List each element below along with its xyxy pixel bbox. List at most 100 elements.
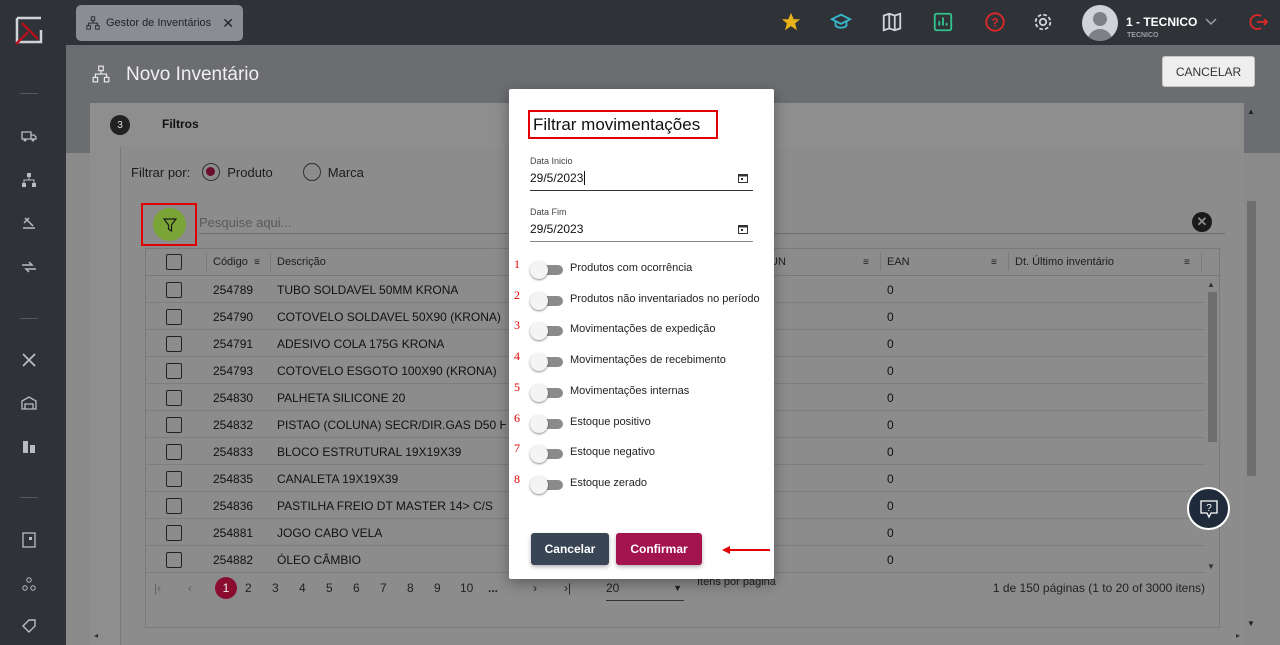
row-checkbox[interactable]: [166, 444, 182, 460]
column-header-descricao[interactable]: Descrição: [277, 256, 326, 268]
calendar-icon[interactable]: [738, 224, 748, 234]
page-button[interactable]: 5: [326, 581, 333, 595]
row-checkbox[interactable]: [166, 417, 182, 433]
page-button[interactable]: ...: [488, 581, 498, 595]
prev-page-icon[interactable]: ‹: [188, 581, 192, 595]
confirm-button[interactable]: Confirmar: [616, 533, 702, 565]
toggle-label[interactable]: Movimentações de recebimento: [570, 354, 726, 366]
graduation-cap-icon[interactable]: [830, 11, 852, 33]
map-icon[interactable]: [881, 11, 903, 33]
sitemap-icon[interactable]: [21, 172, 37, 188]
toggle-switch[interactable]: [530, 353, 564, 372]
end-date-input[interactable]: 29/5/2023: [530, 222, 753, 242]
exchange-icon[interactable]: [21, 259, 37, 275]
chart-icon[interactable]: [932, 11, 954, 33]
page-button[interactable]: 6: [353, 581, 360, 595]
toggle-switch[interactable]: [530, 261, 564, 279]
page-button[interactable]: 3: [272, 581, 279, 595]
scroll-down-icon[interactable]: ▼: [1207, 562, 1215, 571]
tools-icon[interactable]: [21, 352, 37, 368]
per-page-select[interactable]: 20 ▼: [606, 581, 684, 601]
toggle-switch[interactable]: [530, 445, 564, 464]
help-chat-button[interactable]: ?: [1187, 487, 1230, 530]
radio-marca-label[interactable]: Marca: [328, 165, 364, 180]
row-checkbox[interactable]: [166, 309, 182, 325]
toggle-label[interactable]: Produtos com ocorrência: [570, 262, 692, 274]
toggle-switch[interactable]: [530, 322, 564, 341]
clear-search-icon[interactable]: ✕: [1192, 212, 1212, 232]
row-checkbox[interactable]: [166, 471, 182, 487]
network-icon[interactable]: [21, 576, 37, 592]
first-page-icon[interactable]: |‹: [154, 581, 161, 595]
radio-produto[interactable]: [202, 163, 221, 181]
row-checkbox[interactable]: [166, 552, 182, 568]
row-checkbox[interactable]: [166, 363, 182, 379]
building-icon[interactable]: [21, 438, 37, 454]
next-page-icon[interactable]: ›: [533, 581, 537, 595]
row-checkbox[interactable]: [166, 525, 182, 541]
toggle-switch[interactable]: [530, 475, 564, 494]
chevron-down-icon[interactable]: [1203, 13, 1219, 29]
tab-gestor-inventarios[interactable]: Gestor de Inventários ✕: [76, 5, 243, 41]
select-all-checkbox[interactable]: [166, 254, 182, 270]
warehouse-icon[interactable]: [21, 395, 37, 411]
search-input[interactable]: Pesquise aqui...: [199, 215, 292, 230]
grid-scroll-thumb[interactable]: [1208, 292, 1217, 442]
scroll-up-icon[interactable]: ▲: [1247, 107, 1255, 116]
toggle-label[interactable]: Movimentações internas: [570, 385, 689, 397]
column-header-codigo[interactable]: Código: [213, 256, 248, 268]
row-checkbox[interactable]: [166, 498, 182, 514]
scroll-left-icon[interactable]: ◂: [94, 631, 98, 640]
truck-icon[interactable]: [21, 128, 37, 144]
radio-produto-label[interactable]: Produto: [227, 165, 273, 180]
filter-menu-icon[interactable]: ≡: [863, 257, 869, 268]
toggle-label[interactable]: Estoque zerado: [570, 477, 647, 489]
avatar[interactable]: [1082, 5, 1118, 41]
horizontal-scrollbar[interactable]: ◂ ▸: [90, 630, 1244, 645]
column-header-dt-ultimo-inventario[interactable]: Dt. Último inventário: [1015, 256, 1114, 268]
column-header-ean[interactable]: EAN: [887, 256, 910, 268]
row-checkbox[interactable]: [166, 390, 182, 406]
filter-menu-icon[interactable]: ≡: [254, 257, 260, 268]
toggle-switch[interactable]: [530, 383, 564, 402]
toggle-switch[interactable]: [530, 291, 564, 310]
page-scrollbar[interactable]: ▲ ▼: [1244, 103, 1258, 643]
help-icon[interactable]: ?: [984, 11, 1006, 33]
filter-menu-icon[interactable]: ≡: [991, 257, 997, 268]
cancel-button[interactable]: CANCELAR: [1162, 56, 1255, 87]
radio-marca[interactable]: [302, 163, 321, 181]
scroll-down-icon[interactable]: ▼: [1247, 619, 1255, 628]
page-scroll-thumb[interactable]: [1247, 201, 1256, 476]
scroll-up-icon[interactable]: ▲: [1207, 280, 1215, 289]
filter-menu-icon[interactable]: ≡: [1184, 257, 1190, 268]
toggle-label[interactable]: Produtos não inventariados no período: [570, 293, 760, 305]
page-button[interactable]: 10: [460, 581, 473, 595]
scroll-right-icon[interactable]: ▸: [1236, 631, 1240, 640]
toggle-switch[interactable]: [530, 414, 564, 433]
toggle-label[interactable]: Estoque negativo: [570, 446, 655, 458]
tag-icon[interactable]: [21, 618, 37, 634]
page-button-current[interactable]: 1: [215, 577, 237, 599]
toggle-label[interactable]: Movimentações de expedição: [570, 323, 716, 335]
close-tab-icon[interactable]: ✕: [222, 15, 234, 32]
star-icon[interactable]: [780, 11, 802, 33]
filter-button[interactable]: [153, 208, 186, 241]
gear-icon[interactable]: [1032, 11, 1054, 33]
row-checkbox[interactable]: [166, 282, 182, 298]
page-button[interactable]: 8: [407, 581, 414, 595]
page-button[interactable]: 7: [380, 581, 387, 595]
page-button[interactable]: 4: [299, 581, 306, 595]
logout-icon[interactable]: [1248, 12, 1268, 32]
calculator-icon[interactable]: [21, 532, 37, 548]
page-button[interactable]: 9: [434, 581, 441, 595]
page-button[interactable]: 2: [245, 581, 252, 595]
start-date-input[interactable]: 29/5/2023: [530, 171, 753, 191]
last-page-icon[interactable]: ›|: [564, 581, 571, 595]
cancel-dialog-button[interactable]: Cancelar: [531, 533, 609, 565]
calendar-icon[interactable]: [738, 173, 748, 183]
box-icon[interactable]: [21, 215, 37, 231]
toggle-label[interactable]: Estoque positivo: [570, 416, 651, 428]
row-checkbox[interactable]: [166, 336, 182, 352]
app-logo-icon[interactable]: [14, 14, 46, 46]
user-name[interactable]: 1 - TECNICO: [1126, 15, 1197, 29]
